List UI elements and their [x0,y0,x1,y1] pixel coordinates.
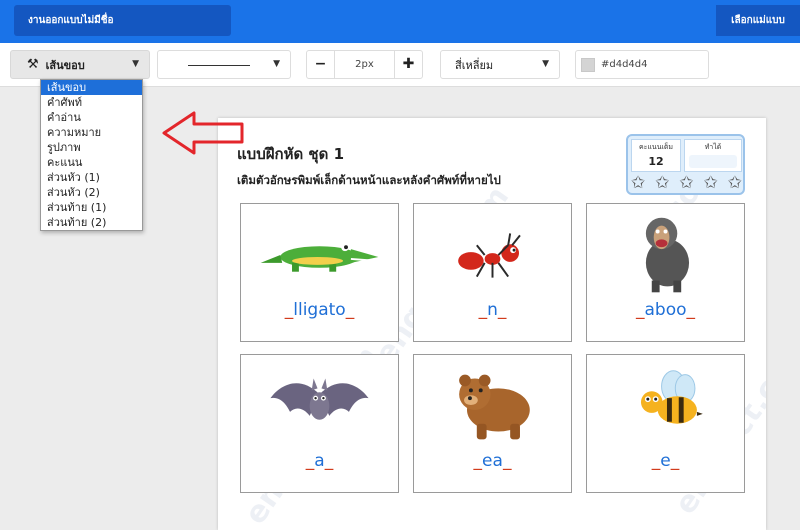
solid-line-preview [188,65,250,66]
worksheet-title[interactable]: แบบฝึกหัด ชุด 1 [237,142,344,166]
crocodile-image [241,204,398,299]
word-card[interactable]: _ea_ [413,354,572,493]
full-score-cell: คะแนนเต็ม 12 [631,139,681,172]
star-icon: ✩ [727,173,742,193]
shape-select-value: สี่เหลี่ยม [455,58,494,72]
blank-marker: _ [473,451,483,471]
blank-marker: _ [670,451,680,471]
choose-template-button[interactable]: เลือกแม่แบบ [716,5,800,36]
chevron-down-icon: ▼ [273,59,280,69]
color-swatch[interactable] [581,57,595,72]
color-hex-value: #d4d4d4 [601,59,648,70]
blank-marker: _ [305,451,315,471]
blank-marker: _ [284,300,294,320]
word-card[interactable]: _e_ [586,354,745,493]
rating-stars: ✩ ✩ ✩ ✩ ✩ [631,174,742,193]
dropdown-option[interactable]: ความหมาย [41,125,142,140]
increase-width-button[interactable]: ✚ [394,51,422,78]
element-dropdown-list: เส้นขอบ คำศัพท์ คำอ่าน ความหมาย รูปภาพ คะแนนส… [40,79,143,231]
bear-image [414,355,571,450]
dropdown-option[interactable]: ส่วนหัว (2) [41,185,142,200]
worksheet-instruction[interactable]: เติมตัวอักษรพิมพ์เล็กด้านหน้าและหลังคำศั… [237,172,501,190]
blank-marker: _ [651,451,661,471]
word-card[interactable]: _a_ [240,354,399,493]
word-blank-text: _e_ [587,451,744,471]
dropdown-option[interactable]: คะแนน [41,155,142,170]
earned-score-blank [689,155,737,168]
dropdown-option[interactable]: ส่วนท้าย (1) [41,200,142,215]
star-icon: ✩ [655,173,670,193]
score-box[interactable]: คะแนนเต็ม 12 ทำได้ ✩ ✩ ✩ ✩ ✩ [626,134,745,195]
blank-marker: _ [324,451,334,471]
partial-word: e [660,451,671,471]
blank-marker: _ [497,300,507,320]
partial-word: a [314,451,325,471]
baboon-image [587,204,744,299]
word-blank-text: _n_ [414,300,571,320]
word-blank-text: _aboo_ [587,300,744,320]
element-select-label: เส้นขอบ [45,58,85,72]
bee-image [587,355,744,450]
dropdown-option[interactable]: คำศัพท์ [41,95,142,110]
element-select[interactable]: ⚒ เส้นขอบ ▼ [10,50,150,79]
top-bar: งานออกแบบไม่มีชื่อ เลือกแม่แบบ [0,0,800,43]
dropdown-option[interactable]: คำอ่าน [41,110,142,125]
star-icon: ✩ [679,173,694,193]
worksheet-page: engdict.com engdict.com engdict.com engd… [218,118,766,530]
star-icon: ✩ [703,173,718,193]
ant-image [414,204,571,299]
partial-word: n [487,300,498,320]
blank-marker: _ [478,300,488,320]
shape-select[interactable]: สี่เหลี่ยม ▼ [440,50,560,79]
dropdown-option[interactable]: ส่วนหัว (1) [41,170,142,185]
word-blank-text: _a_ [241,451,398,471]
bat-image [241,355,398,450]
partial-word: aboo [644,300,687,320]
color-picker[interactable]: #d4d4d4 [575,50,709,79]
tools-icon: ⚒ [27,57,39,72]
dropdown-option[interactable]: รูปภาพ [41,140,142,155]
earned-score-cell: ทำได้ [684,139,742,172]
word-blank-text: _ea_ [414,451,571,471]
document-title[interactable]: งานออกแบบไม่มีชื่อ [14,5,231,36]
word-card[interactable]: _n_ [413,203,572,342]
decrease-width-button[interactable]: − [307,51,335,78]
dropdown-option[interactable]: ส่วนท้าย (2) [41,215,142,230]
word-card[interactable]: _lligato_ [240,203,399,342]
red-arrow-annotation [162,111,244,155]
full-score-value: 12 [648,155,664,168]
blank-marker: _ [345,300,355,320]
chevron-down-icon: ▼ [132,59,139,69]
earned-score-label: ทำได้ [704,143,722,151]
border-width-value[interactable]: 2px [335,59,394,70]
line-style-select[interactable]: ▼ [157,50,291,79]
word-blank-text: _lligato_ [241,300,398,320]
blank-marker: _ [686,300,696,320]
chevron-down-icon: ▼ [542,59,549,69]
partial-word: ea [482,451,503,471]
word-card[interactable]: _aboo_ [586,203,745,342]
blank-marker: _ [502,451,512,471]
full-score-label: คะแนนเต็ม [638,143,674,151]
star-icon: ✩ [631,173,646,193]
border-width-stepper: − 2px ✚ [306,50,423,79]
dropdown-option[interactable]: เส้นขอบ [41,80,142,95]
partial-word: lligato [293,300,346,320]
